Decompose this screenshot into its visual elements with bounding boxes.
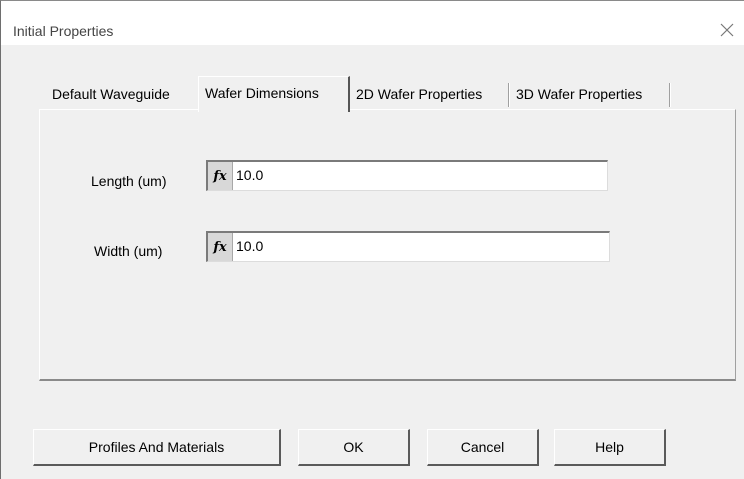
tab-label: Default Waveguide [52, 86, 170, 102]
length-input[interactable] [236, 162, 596, 188]
fx-formula-icon[interactable]: fx [208, 162, 233, 190]
width-field[interactable]: fx [206, 231, 610, 262]
width-label: Width (um) [94, 243, 163, 259]
tab-wafer-dimensions[interactable]: Wafer Dimensions [198, 76, 350, 112]
ok-button[interactable]: OK [298, 429, 410, 466]
button-label: Cancel [460, 439, 505, 455]
tab-2d-wafer-properties[interactable]: 2D Wafer Properties [350, 79, 510, 109]
tab-default-waveguide[interactable]: Default Waveguide [46, 79, 198, 109]
tab-label: 3D Wafer Properties [516, 86, 643, 102]
close-icon[interactable] [716, 19, 738, 41]
tab-label: 2D Wafer Properties [356, 86, 483, 102]
button-label: OK [343, 439, 364, 455]
button-label: Help [595, 439, 624, 455]
cancel-button[interactable]: Cancel [427, 429, 539, 466]
tab-3d-wafer-properties[interactable]: 3D Wafer Properties [510, 79, 671, 109]
button-label: Profiles And Materials [88, 439, 225, 455]
help-button[interactable]: Help [554, 429, 666, 466]
profiles-and-materials-button[interactable]: Profiles And Materials [33, 429, 281, 466]
dialog-window: Initial Properties Default Waveguide Waf… [0, 0, 744, 479]
title-bar: Initial Properties [1, 1, 744, 45]
width-input[interactable] [236, 233, 596, 259]
window-title: Initial Properties [13, 23, 114, 39]
tab-label: Wafer Dimensions [205, 85, 319, 101]
tab-separator [669, 83, 671, 107]
fx-formula-icon[interactable]: fx [208, 233, 233, 261]
length-field[interactable]: fx [206, 160, 608, 191]
length-label: Length (um) [91, 173, 167, 189]
